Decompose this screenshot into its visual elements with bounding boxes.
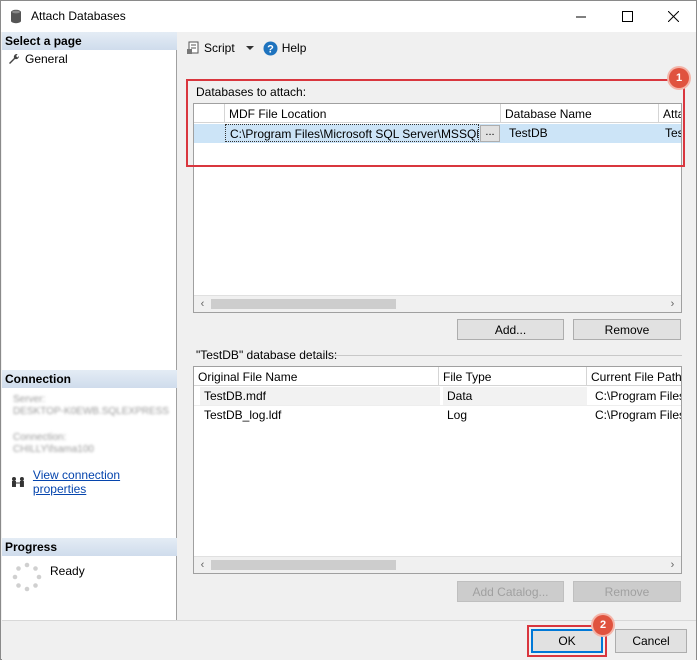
- help-icon: ?: [263, 41, 278, 55]
- details-header-file-type[interactable]: File Type: [439, 367, 587, 386]
- original-file-cell[interactable]: TestDB_log.ldf: [200, 406, 440, 424]
- script-button[interactable]: Script: [186, 41, 255, 55]
- wrench-icon: [9, 53, 20, 64]
- server-value: DESKTOP-K0EWB.SQLEXPRESS: [13, 406, 169, 417]
- file-type-cell[interactable]: Data: [443, 387, 587, 405]
- select-page-header: Select a page: [2, 32, 177, 50]
- details-grid: Original File Name File Type Current Fil…: [193, 366, 682, 574]
- scroll-left-icon[interactable]: ‹: [194, 557, 211, 573]
- scroll-thumb[interactable]: [211, 299, 396, 309]
- remove-button[interactable]: Remove: [573, 319, 681, 340]
- add-catalog-button[interactable]: Add Catalog...: [457, 581, 564, 602]
- highlight-box-1: [186, 79, 685, 167]
- page-item-general[interactable]: General: [8, 52, 68, 66]
- connection-icon: [11, 477, 24, 487]
- close-icon: [667, 11, 679, 22]
- horizontal-scrollbar[interactable]: ‹ ›: [194, 556, 681, 573]
- maximize-button[interactable]: [604, 1, 650, 32]
- page-item-general-label: General: [25, 52, 68, 66]
- left-pane: Select a page General Connection Server:…: [2, 32, 177, 620]
- script-label: Script: [204, 41, 235, 55]
- help-label: Help: [281, 41, 307, 55]
- scroll-left-icon[interactable]: ‹: [194, 296, 211, 312]
- progress-status: Ready: [50, 564, 85, 578]
- current-path-cell[interactable]: C:\Program Files\M: [591, 406, 681, 424]
- attach-databases-window: Attach Databases Select a page General C…: [0, 0, 697, 660]
- view-connection-properties-link[interactable]: View connection properties: [33, 468, 176, 496]
- view-connection-row: View connection properties: [11, 468, 176, 496]
- connection-value: CHILLY\fsama100: [13, 444, 94, 455]
- script-icon: [187, 41, 199, 54]
- horizontal-scrollbar[interactable]: ‹ ›: [194, 295, 681, 312]
- details-header-original-file[interactable]: Original File Name: [194, 367, 439, 386]
- progress-spinner-icon: [12, 562, 42, 592]
- maximize-icon: [621, 11, 633, 22]
- connection-label: Connection:: [13, 432, 67, 443]
- original-file-cell[interactable]: TestDB.mdf: [200, 387, 440, 405]
- svg-text:?: ?: [267, 43, 274, 55]
- remove-details-button[interactable]: Remove: [573, 581, 681, 602]
- help-button[interactable]: ? Help: [263, 41, 307, 56]
- minimize-icon: [575, 16, 586, 18]
- title-bar: Attach Databases: [1, 1, 696, 32]
- step-badge-2: 2: [593, 615, 613, 635]
- file-type-cell[interactable]: Log: [443, 406, 587, 424]
- details-header-current-path[interactable]: Current File Path: [587, 367, 681, 386]
- scroll-right-icon[interactable]: ›: [664, 296, 681, 312]
- connection-header: Connection: [2, 370, 177, 388]
- chevron-down-icon[interactable]: [245, 45, 255, 51]
- step-badge-1: 1: [669, 68, 689, 88]
- toolbar: Script ? Help: [178, 32, 696, 64]
- add-button[interactable]: Add...: [457, 319, 564, 340]
- minimize-button[interactable]: [558, 1, 604, 32]
- details-divider: [331, 355, 682, 356]
- window-title: Attach Databases: [31, 9, 126, 23]
- database-icon: [11, 9, 21, 24]
- table-row[interactable]: TestDB_log.ldf Log C:\Program Files\M: [194, 406, 681, 425]
- server-label: Server:: [13, 394, 46, 405]
- close-button[interactable]: [650, 1, 696, 32]
- cancel-button[interactable]: Cancel: [615, 629, 687, 653]
- scroll-right-icon[interactable]: ›: [664, 557, 681, 573]
- progress-header: Progress: [2, 538, 177, 556]
- scroll-thumb[interactable]: [211, 560, 396, 570]
- table-row[interactable]: TestDB.mdf Data C:\Program Files\M: [194, 387, 681, 406]
- current-path-cell[interactable]: C:\Program Files\M: [591, 387, 681, 405]
- database-details-label: "TestDB" database details:: [196, 348, 338, 362]
